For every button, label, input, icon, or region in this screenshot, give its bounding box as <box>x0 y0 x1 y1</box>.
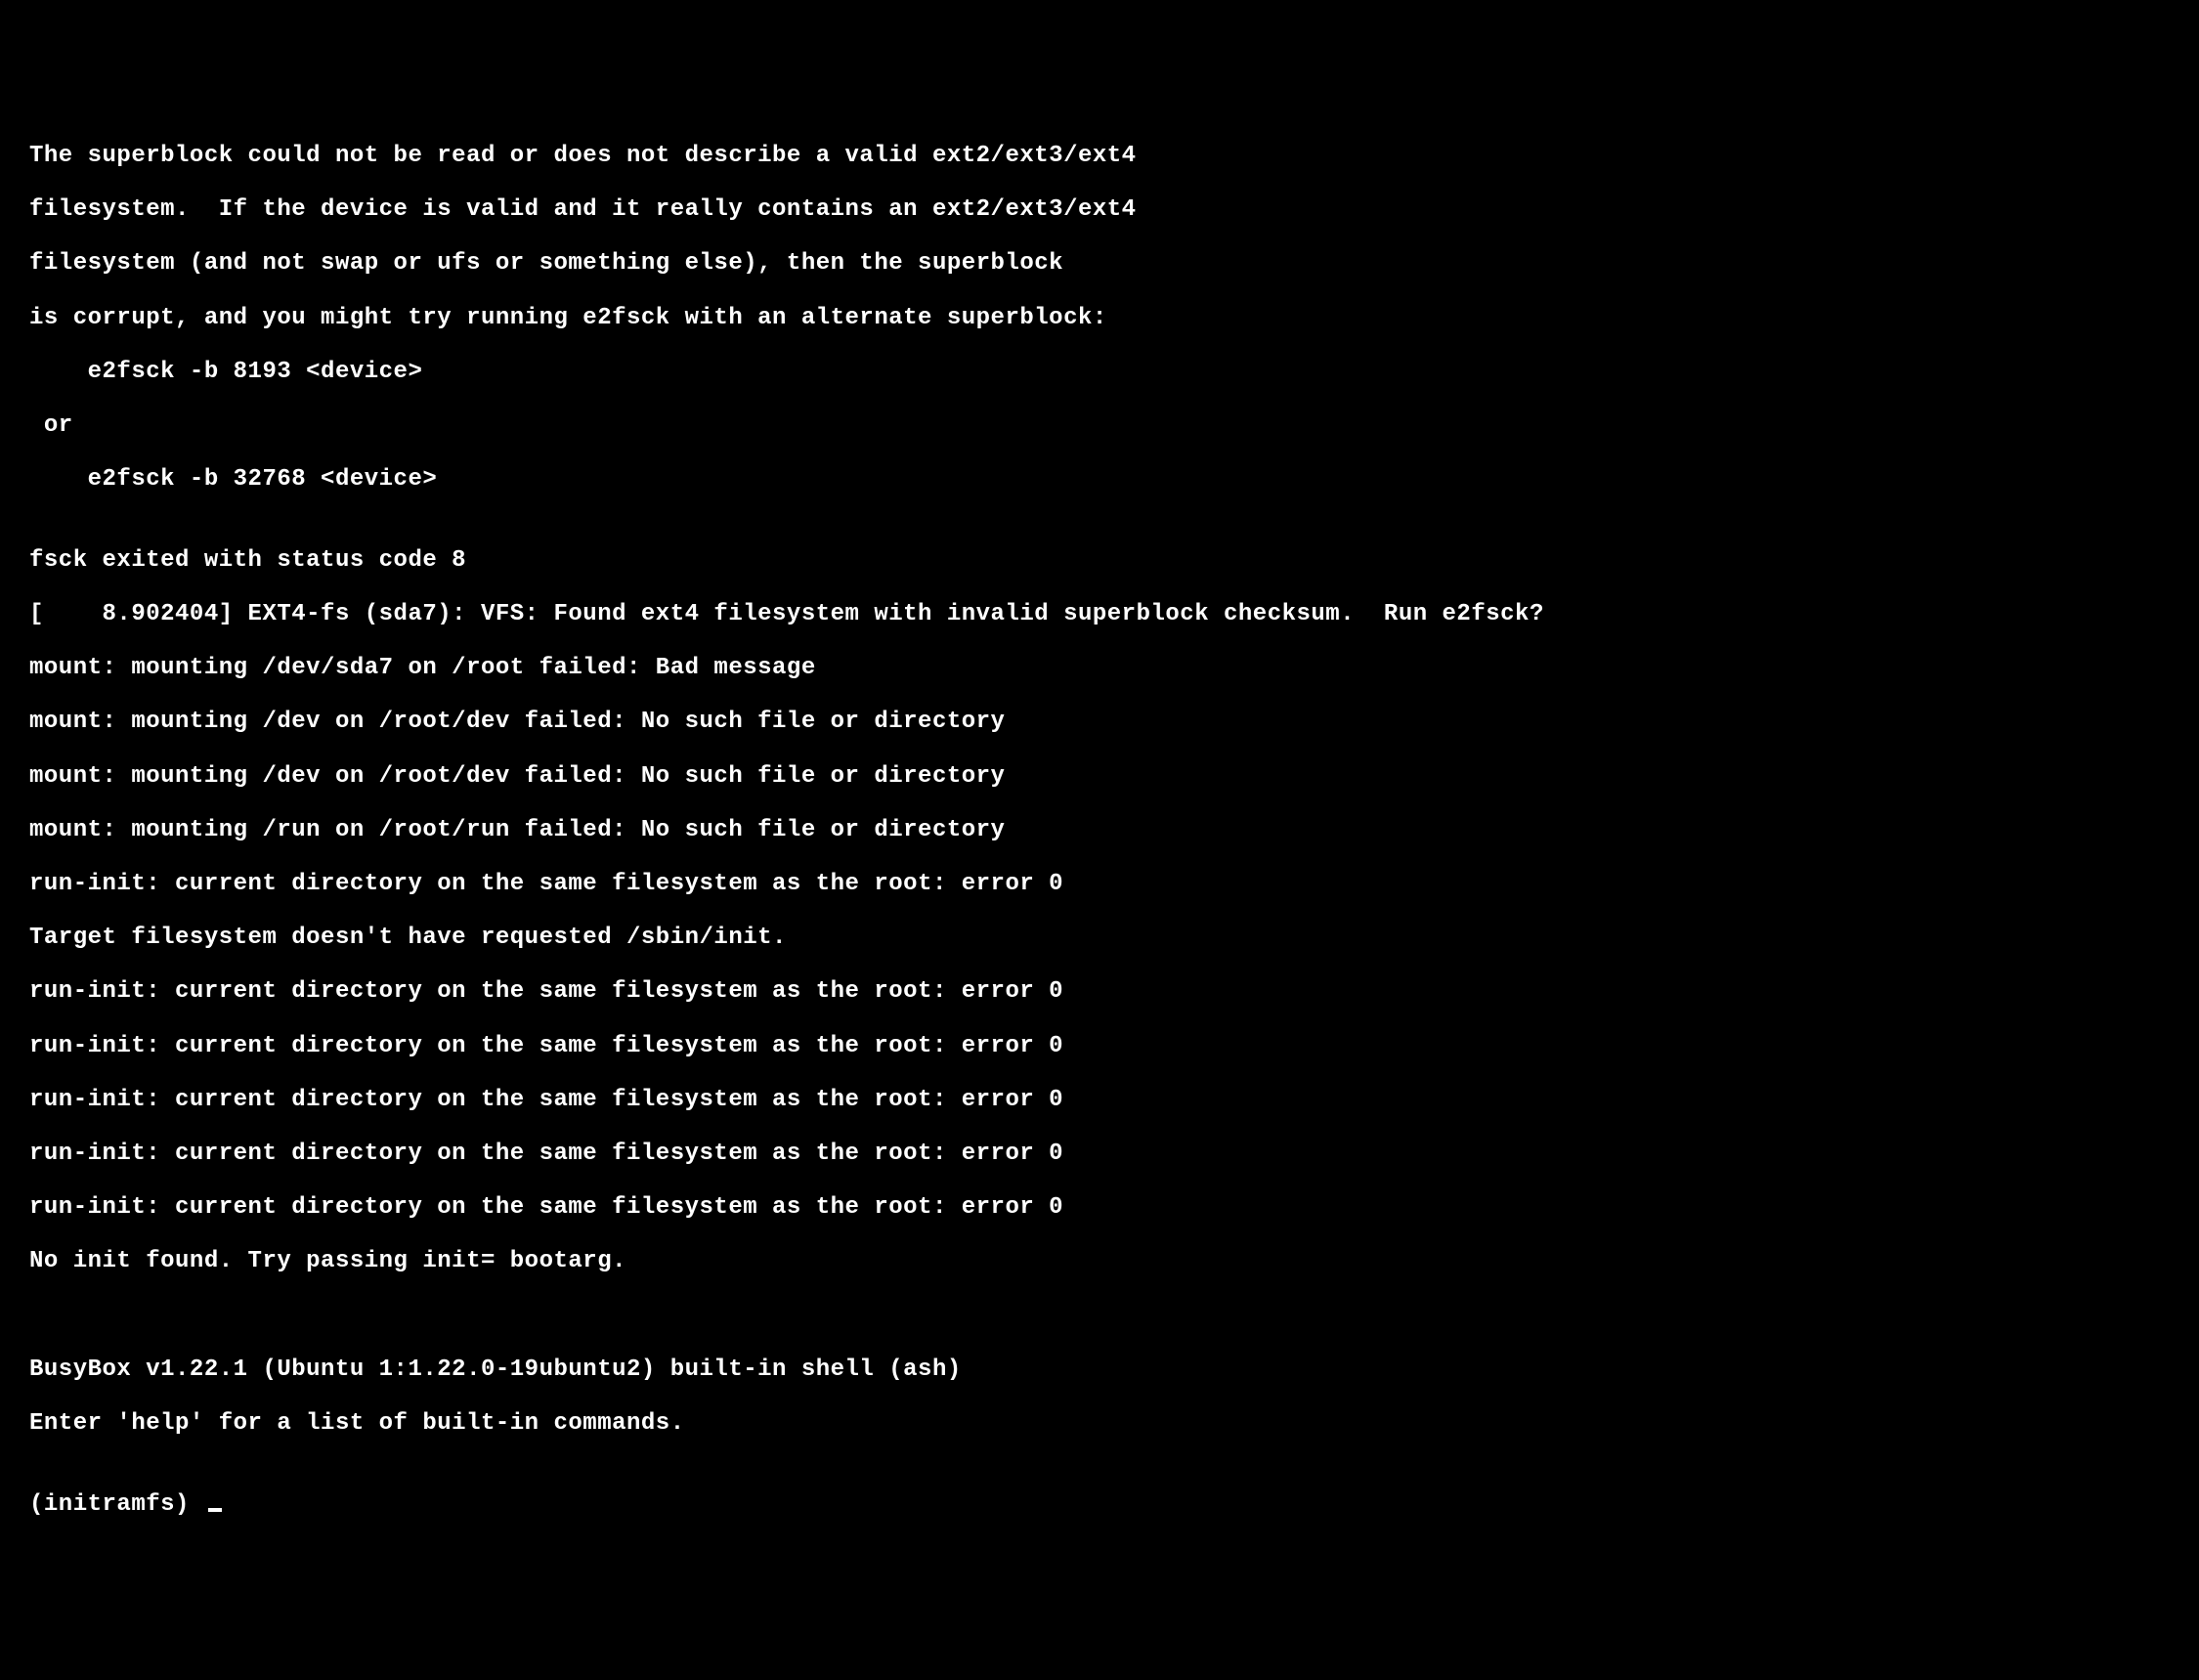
terminal-line: The superblock could not be read or does… <box>29 143 2179 170</box>
terminal-line: mount: mounting /run on /root/run failed… <box>29 817 2179 844</box>
terminal-line: mount: mounting /dev on /root/dev failed… <box>29 763 2179 791</box>
terminal-line: filesystem (and not swap or ufs or somet… <box>29 250 2179 278</box>
terminal-line: run-init: current directory on the same … <box>29 1141 2179 1168</box>
shell-prompt: (initramfs) <box>29 1491 204 1519</box>
terminal-line: BusyBox v1.22.1 (Ubuntu 1:1.22.0-19ubunt… <box>29 1357 2179 1384</box>
terminal-line: run-init: current directory on the same … <box>29 871 2179 898</box>
terminal-line: run-init: current directory on the same … <box>29 1194 2179 1222</box>
terminal-line: e2fsck -b 8193 <device> <box>29 359 2179 386</box>
terminal-line: [ 8.902404] EXT4-fs (sda7): VFS: Found e… <box>29 601 2179 628</box>
terminal-line: mount: mounting /dev on /root/dev failed… <box>29 709 2179 736</box>
terminal-line: is corrupt, and you might try running e2… <box>29 305 2179 332</box>
terminal-line: or <box>29 412 2179 440</box>
terminal-line: mount: mounting /dev/sda7 on /root faile… <box>29 655 2179 682</box>
terminal-line: run-init: current directory on the same … <box>29 1033 2179 1060</box>
terminal-line: filesystem. If the device is valid and i… <box>29 196 2179 224</box>
terminal-line: Enter 'help' for a list of built-in comm… <box>29 1410 2179 1438</box>
terminal-line: No init found. Try passing init= bootarg… <box>29 1248 2179 1275</box>
terminal-line: run-init: current directory on the same … <box>29 1087 2179 1114</box>
shell-prompt-line[interactable]: (initramfs) <box>29 1491 2179 1519</box>
terminal-line: Target filesystem doesn't have requested… <box>29 925 2179 952</box>
cursor-icon <box>208 1508 222 1512</box>
terminal-line: e2fsck -b 32768 <device> <box>29 466 2179 494</box>
terminal-line: fsck exited with status code 8 <box>29 547 2179 575</box>
terminal-line: run-init: current directory on the same … <box>29 978 2179 1006</box>
terminal-output: The superblock could not be read or does… <box>29 115 2179 1544</box>
